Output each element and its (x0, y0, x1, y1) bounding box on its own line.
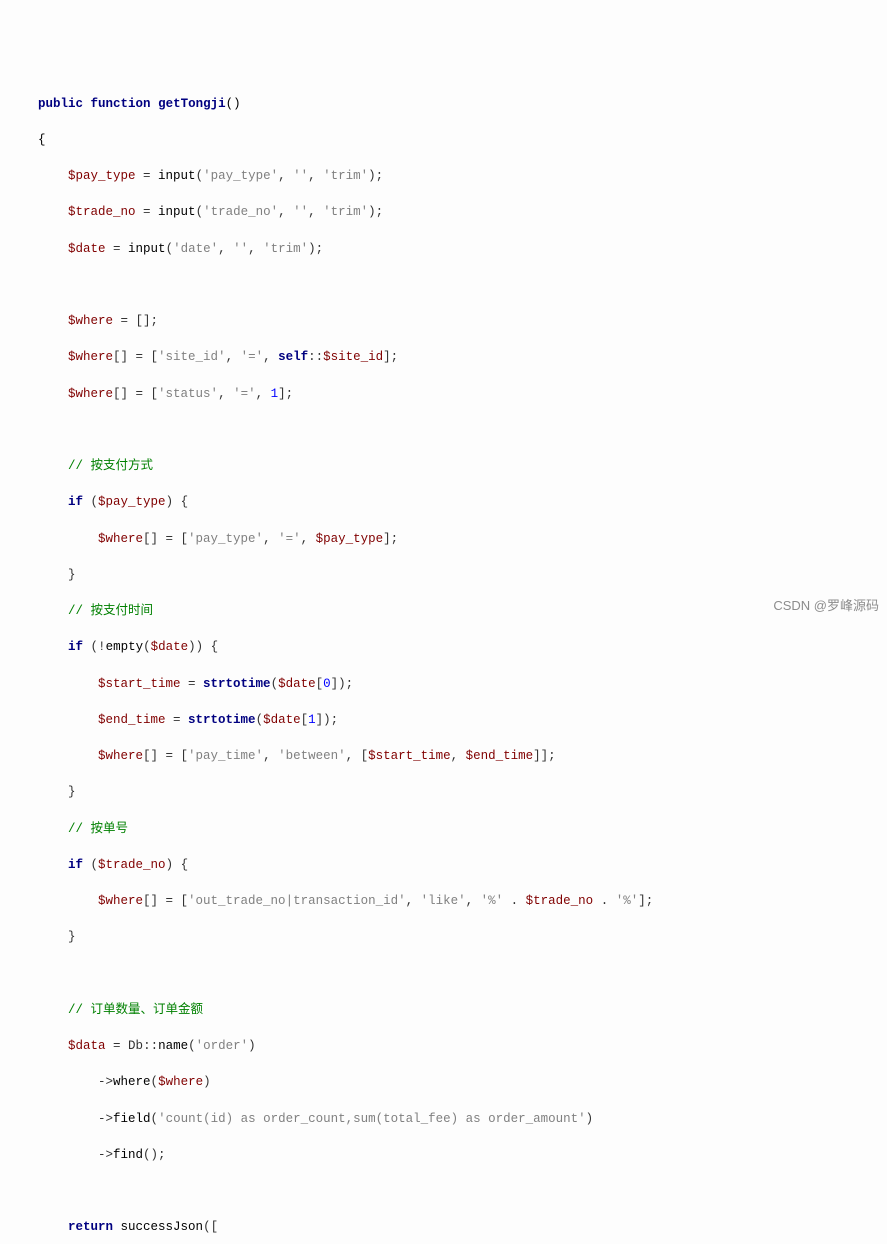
line-brace-close: } (8, 783, 879, 801)
line-trade-no: $trade_no = input('trade_no', '', 'trim'… (8, 203, 879, 221)
line-comment-ordercount: // 订单数量、订单金额 (8, 1001, 879, 1019)
line-db-field: ->field('count(id) as order_count,sum(to… (8, 1110, 879, 1128)
line-blank (8, 276, 879, 294)
line-where-tradeno: $where[] = ['out_trade_no|transaction_id… (8, 892, 879, 910)
line-brace-close: } (8, 566, 879, 584)
line-where-init: $where = []; (8, 312, 879, 330)
line-db-find: ->find(); (8, 1146, 879, 1164)
line-where-paytime: $where[] = ['pay_time', 'between', [$sta… (8, 747, 879, 765)
line-blank (8, 421, 879, 439)
line-start-time: $start_time = strtotime($date[0]); (8, 675, 879, 693)
line-if-date: if (!empty($date)) { (8, 638, 879, 656)
line-if-paytype: if ($pay_type) { (8, 493, 879, 511)
line-where-paytype: $where[] = ['pay_type', '=', $pay_type]; (8, 530, 879, 548)
line-blank (8, 1182, 879, 1200)
line-fn-decl: public function getTongji() (8, 95, 879, 113)
code-block: public function getTongji() { $pay_type … (8, 77, 879, 1244)
line-brace-open: { (8, 131, 879, 149)
line-pay-type: $pay_type = input('pay_type', '', 'trim'… (8, 167, 879, 185)
line-date: $date = input('date', '', 'trim'); (8, 240, 879, 258)
line-comment-paytime: // 按支付时间 (8, 602, 879, 620)
line-return: return successJson([ (8, 1218, 879, 1236)
line-blank (8, 965, 879, 983)
line-brace-close: } (8, 928, 879, 946)
line-comment-paytype: // 按支付方式 (8, 457, 879, 475)
line-db-where: ->where($where) (8, 1073, 879, 1091)
line-data-db: $data = Db::name('order') (8, 1037, 879, 1055)
line-where-status: $where[] = ['status', '=', 1]; (8, 385, 879, 403)
line-where-siteid: $where[] = ['site_id', '=', self::$site_… (8, 348, 879, 366)
line-end-time: $end_time = strtotime($date[1]); (8, 711, 879, 729)
line-comment-tradeno: // 按单号 (8, 820, 879, 838)
line-if-tradeno: if ($trade_no) { (8, 856, 879, 874)
function-name: getTongji (158, 97, 226, 111)
